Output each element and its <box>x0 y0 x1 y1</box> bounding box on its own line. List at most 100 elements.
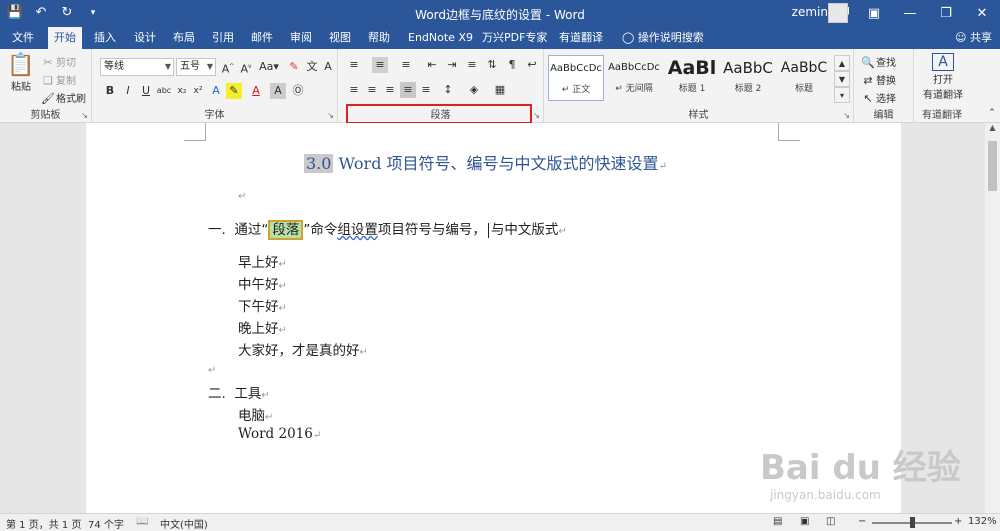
align-left-icon[interactable]: ≡ <box>346 82 362 98</box>
styles-scroll-down-icon[interactable]: ▼ <box>834 71 850 87</box>
font-color-icon[interactable]: A <box>248 83 264 99</box>
grow-font-icon[interactable]: A^ <box>220 59 236 76</box>
numbering-icon[interactable]: ≡ <box>372 57 388 73</box>
word-count[interactable]: 74 个字 <box>88 516 124 531</box>
change-case-icon[interactable]: Aa▾ <box>258 59 280 75</box>
tab-layout[interactable]: 布局 <box>167 27 201 49</box>
font-name-select[interactable]: 等线 ▼ <box>100 58 174 76</box>
increase-indent-icon[interactable]: ⇥ <box>444 57 460 73</box>
phonetic-guide-icon[interactable]: 文 <box>304 59 320 75</box>
web-layout-icon[interactable]: ◫ <box>826 516 835 527</box>
redo-icon[interactable]: ↻ <box>58 4 76 22</box>
justify-icon[interactable]: ≡ <box>400 82 416 98</box>
proofing-icon[interactable]: 📖 <box>136 516 148 527</box>
vertical-scrollbar[interactable]: ▲ <box>985 123 1000 513</box>
chinese-layout-icon[interactable]: ≡ <box>464 57 480 73</box>
avatar[interactable] <box>828 3 848 23</box>
tab-file[interactable]: 文件 <box>6 27 40 49</box>
clear-format-icon[interactable]: ✎ <box>286 59 302 75</box>
zoom-in-icon[interactable]: + <box>954 516 962 527</box>
show-marks-icon[interactable]: ¶ <box>504 57 520 73</box>
clipboard-launcher-icon[interactable]: ↘ <box>81 111 88 120</box>
align-center-icon[interactable]: ≡ <box>364 82 380 98</box>
customize-qa-icon[interactable]: ▾ <box>84 4 102 22</box>
style-normal[interactable]: AaBbCcDc ↵ 正文 <box>548 55 604 101</box>
bold-icon[interactable]: B <box>102 83 118 99</box>
enclose-char-icon[interactable]: Ⓞ <box>290 83 306 99</box>
line-spacing-icon[interactable]: ↕ <box>440 82 456 98</box>
paste-button[interactable]: 📋 粘贴 <box>6 53 36 93</box>
styles-launcher-icon[interactable]: ↘ <box>843 111 850 120</box>
page-count[interactable]: 第 1 页，共 1 页 <box>6 516 81 531</box>
minimize-button[interactable]: — <box>892 0 928 27</box>
empty-paragraph: ↵ <box>208 365 217 376</box>
tab-home[interactable]: 开始 <box>48 27 82 49</box>
title-bar: 💾 ↶ ↻ ▾ Word边框与底纹的设置 - Word zemin OU ▣ —… <box>0 0 1000 27</box>
find-button[interactable]: 🔍查找 <box>860 54 896 69</box>
ribbon-display-icon[interactable]: ▣ <box>856 0 892 27</box>
tab-help[interactable]: 帮助 <box>362 27 396 49</box>
style-heading-1[interactable]: AaBl 标题 1 <box>664 55 720 101</box>
save-icon[interactable]: 💾 <box>6 4 24 22</box>
share-button[interactable]: ☺ 共享 <box>955 27 992 49</box>
style-title[interactable]: AaBbC 标题 <box>776 55 832 101</box>
strikethrough-icon[interactable]: abc <box>156 83 172 99</box>
undo-icon[interactable]: ↶ <box>32 4 50 22</box>
italic-icon[interactable]: I <box>120 83 136 99</box>
font-size-select[interactable]: 五号 ▼ <box>176 58 216 76</box>
close-button[interactable]: ✕ <box>964 0 1000 27</box>
select-button[interactable]: ↖ 选择 <box>860 90 896 105</box>
group-editing: 🔍查找 ⇄ 替换 ↖ 选择 编辑 <box>854 49 914 123</box>
tab-youdao[interactable]: 有道翻译 <box>553 27 609 49</box>
copy-button[interactable]: ❏ 复制 <box>40 72 76 87</box>
subscript-icon[interactable]: x₂ <box>174 83 190 99</box>
youdao-open-button[interactable]: A 打开 有道翻译 <box>920 53 966 101</box>
tab-view[interactable]: 视图 <box>323 27 357 49</box>
highlight-icon[interactable]: ✎ <box>226 83 242 99</box>
collapse-ribbon-icon[interactable]: ⌃ <box>984 105 1000 121</box>
superscript-icon[interactable]: x² <box>190 83 206 99</box>
zoom-level[interactable]: 132% <box>968 516 997 527</box>
text-direction-icon[interactable]: ↩ <box>524 57 540 73</box>
char-border-icon[interactable]: A <box>320 59 336 75</box>
tab-mailings[interactable]: 邮件 <box>245 27 279 49</box>
paragraph-launcher-icon[interactable]: ↘ <box>533 111 540 120</box>
font-launcher-icon[interactable]: ↘ <box>327 111 334 120</box>
tab-review[interactable]: 审阅 <box>284 27 318 49</box>
decrease-indent-icon[interactable]: ⇤ <box>424 57 440 73</box>
language[interactable]: 中文(中国) <box>160 516 208 531</box>
cut-button[interactable]: ✂ 剪切 <box>40 54 76 69</box>
shading-icon[interactable]: ◈ <box>466 82 482 98</box>
sort-icon[interactable]: ⇅ <box>484 57 500 73</box>
replace-button[interactable]: ⇄ 替换 <box>860 72 896 87</box>
tab-endnote[interactable]: EndNote X9 <box>402 27 479 49</box>
styles-scroll-up-icon[interactable]: ▲ <box>834 55 850 71</box>
multilevel-list-icon[interactable]: ≡ <box>398 57 414 73</box>
style-no-spacing[interactable]: AaBbCcDc ↵ 无间隔 <box>606 55 662 101</box>
maximize-button[interactable]: ❐ <box>928 0 964 27</box>
align-right-icon[interactable]: ≡ <box>382 82 398 98</box>
chevron-down-icon: ▼ <box>164 62 171 71</box>
style-heading-2[interactable]: AaBbC 标题 2 <box>720 55 776 101</box>
tab-references[interactable]: 引用 <box>206 27 240 49</box>
read-mode-icon[interactable]: ▤ <box>773 516 782 527</box>
scroll-up-icon[interactable]: ▲ <box>985 123 1000 137</box>
tab-insert[interactable]: 插入 <box>88 27 122 49</box>
list-line: 早上好↵ <box>238 255 287 271</box>
format-painter-button[interactable]: 🖌格式刷 <box>40 90 86 105</box>
tab-design[interactable]: 设计 <box>128 27 162 49</box>
tab-wondershare-pdf[interactable]: 万兴PDF专家 <box>476 27 553 49</box>
zoom-slider-knob[interactable] <box>910 517 915 528</box>
bullets-icon[interactable]: ≡ <box>346 57 362 73</box>
distributed-icon[interactable]: ≡ <box>418 82 434 98</box>
print-layout-icon[interactable]: ▣ <box>800 516 809 527</box>
char-shading-icon[interactable]: A <box>270 83 286 99</box>
borders-icon[interactable]: ▦ <box>492 82 508 98</box>
text-effects-icon[interactable]: A <box>208 83 224 99</box>
scroll-thumb[interactable] <box>988 141 997 191</box>
styles-more-icon[interactable]: ▾ <box>834 87 850 103</box>
shrink-font-icon[interactable]: Av <box>238 59 254 76</box>
tell-me-search[interactable]: ◯ 操作说明搜索 <box>616 27 710 49</box>
zoom-out-icon[interactable]: − <box>858 516 866 527</box>
underline-icon[interactable]: U <box>138 83 154 99</box>
